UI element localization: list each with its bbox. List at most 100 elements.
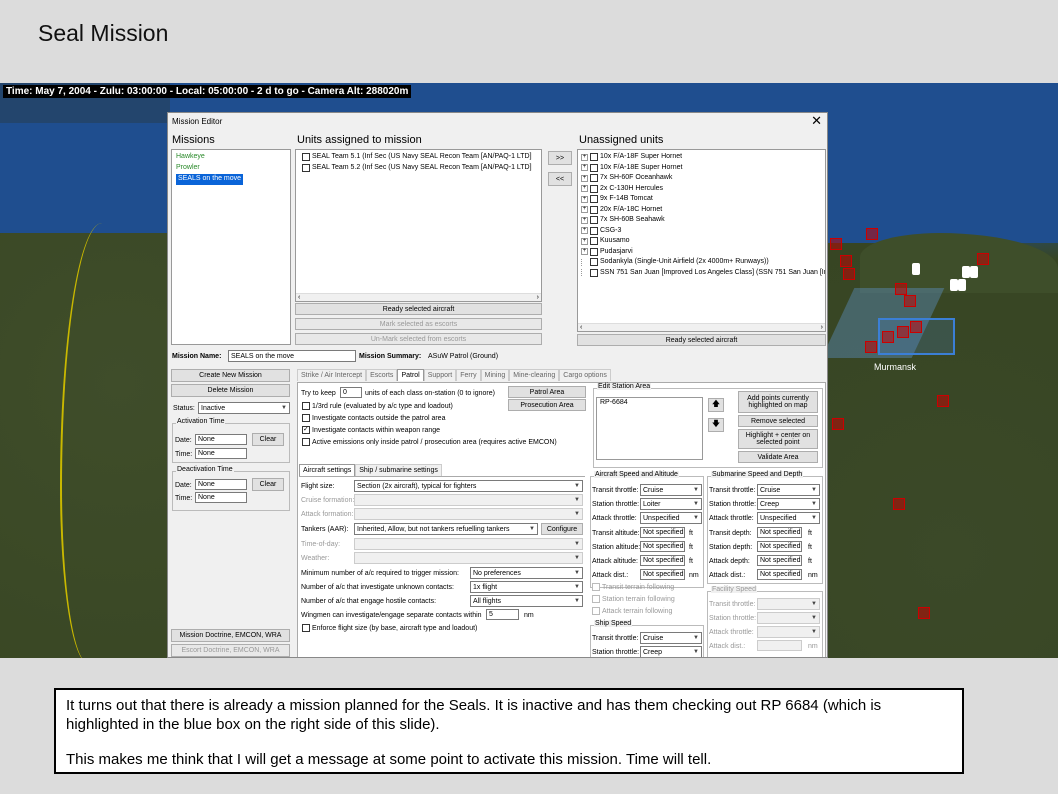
patrol-area-button[interactable]: Patrol Area [508, 386, 586, 398]
unit-marker[interactable] [977, 253, 989, 265]
subtab-aircraft-settings[interactable]: Aircraft settings [299, 464, 356, 476]
subtab-ship-submarine-settings[interactable]: Ship / submarine settings [355, 464, 442, 476]
assigned-unit-item[interactable]: SEAL Team 5.1 (Inf Sec (US Navy SEAL Rec… [302, 152, 535, 163]
station-depth-field[interactable]: Not specified [757, 541, 802, 552]
unit-marker[interactable] [937, 395, 949, 407]
attack-formation-select[interactable]: ▼ [354, 508, 583, 520]
expand-icon[interactable]: + [581, 153, 588, 161]
checkbox[interactable] [590, 184, 598, 193]
activation-date-field[interactable]: None [195, 434, 247, 445]
mission-name-field[interactable]: SEALS on the move [228, 350, 356, 362]
missions-tree[interactable]: Hawkeye Prowler SEALS on the move [171, 149, 291, 345]
checkbox[interactable] [302, 153, 310, 162]
unit-marker[interactable] [832, 418, 844, 430]
configure-button[interactable]: Configure [541, 523, 583, 535]
checkbox[interactable] [590, 205, 598, 214]
unassigned-unit-item[interactable]: SSN 751 San Juan [Improved Los Angeles C… [581, 268, 825, 279]
num-investigate-select[interactable]: 1x flight ▼ [470, 581, 583, 593]
mission-doctrine-button[interactable]: Mission Doctrine, EMCON, WRA [171, 629, 290, 642]
station-altitude-field[interactable]: Not specified [640, 541, 685, 552]
attack-throttle-select[interactable]: Unspecified ▼ [640, 512, 702, 524]
min-ac-select[interactable]: No preferences ▼ [470, 567, 583, 579]
facility-transit-throttle-select[interactable]: ▼ [757, 598, 820, 610]
tab-escorts[interactable]: Escorts [366, 369, 398, 381]
mission-item-hawkeye[interactable]: Hawkeye [176, 152, 286, 163]
try-keep-field[interactable]: 0 [340, 387, 362, 398]
expand-icon[interactable]: + [581, 164, 588, 172]
expand-icon[interactable]: + [581, 195, 588, 203]
unassigned-unit-item[interactable]: +7x SH-60B Seahawk [581, 215, 822, 226]
ship-icon[interactable] [962, 266, 970, 278]
unit-marker[interactable] [830, 238, 842, 250]
expand-icon[interactable]: + [581, 237, 588, 245]
unassign-button[interactable]: << [548, 172, 572, 186]
expand-icon[interactable]: + [581, 248, 588, 256]
delete-mission-button[interactable]: Delete Mission [171, 384, 290, 397]
checkbox[interactable] [590, 268, 598, 277]
assign-button[interactable]: >> [548, 151, 572, 165]
tab-mining[interactable]: Mining [480, 369, 510, 381]
validate-area-button[interactable]: Validate Area [738, 451, 818, 463]
move-up-button[interactable]: 🡅 [708, 398, 724, 412]
unassigned-unit-item[interactable]: +20x F/A-18C Hornet [581, 205, 822, 216]
deactivation-date-field[interactable]: None [195, 479, 247, 490]
expand-icon[interactable]: + [581, 227, 588, 235]
ship-icon[interactable] [912, 263, 920, 275]
close-icon[interactable]: ✕ [811, 113, 822, 129]
expand-icon[interactable]: + [581, 206, 588, 214]
unit-marker[interactable] [904, 295, 916, 307]
unassigned-unit-item[interactable]: + CSG-3 [581, 226, 822, 237]
attack-terrain-checkbox[interactable]: Attack terrain following [592, 607, 672, 615]
unassigned-units-tree[interactable]: +10x F/A-18F Super Hornet +10x F/A-18E Su… [577, 149, 826, 332]
deactivation-clear-button[interactable]: Clear [252, 478, 284, 491]
attack-altitude-field[interactable]: Not specified [640, 555, 685, 566]
unmark-escorts-button[interactable]: Un-Mark selected from escorts [295, 333, 542, 345]
sub-station-throttle-select[interactable]: Creep ▼ [757, 498, 820, 510]
investigate-within-checkbox[interactable]: Investigate contacts within weapon range [302, 426, 440, 434]
checkbox[interactable] [590, 258, 598, 267]
unit-marker[interactable] [895, 283, 907, 295]
time-of-day-select[interactable]: ▼ [354, 538, 583, 550]
unassigned-unit-item[interactable]: +10x F/A-18E Super Hornet [581, 163, 822, 174]
expand-icon[interactable]: + [581, 185, 588, 193]
active-emissions-checkbox[interactable]: Active emissions only inside patrol / pr… [302, 438, 557, 446]
checkbox[interactable] [590, 226, 598, 235]
checkbox[interactable] [590, 237, 598, 246]
assigned-units-list[interactable]: SEAL Team 5.1 (Inf Sec (US Navy SEAL Rec… [295, 149, 542, 302]
transit-altitude-field[interactable]: Not specified [640, 527, 685, 538]
unassigned-unit-item[interactable]: +9x F-14B Tomcat [581, 194, 822, 205]
tankers-select[interactable]: Inherited, Allow, but not tankers refuel… [354, 523, 538, 535]
unit-marker[interactable] [866, 228, 878, 240]
flight-size-select[interactable]: Section (2x aircraft), typical for fight… [354, 480, 583, 492]
ship-icon[interactable] [958, 279, 966, 291]
move-down-button[interactable]: 🡇 [708, 418, 724, 432]
unassigned-unit-item[interactable]: +10x F/A-18F Super Hornet [581, 152, 822, 163]
enforce-flight-size-checkbox[interactable]: Enforce flight size (by base, aircraft t… [302, 624, 477, 632]
checkbox[interactable] [590, 216, 598, 225]
horizontal-scrollbar[interactable]: ‹ › [296, 293, 541, 301]
assigned-unit-item[interactable]: SEAL Team 5.2 (Inf Sec (US Navy SEAL Rec… [302, 163, 535, 174]
cruise-formation-select[interactable]: ▼ [354, 494, 583, 506]
facility-attack-throttle-select[interactable]: ▼ [757, 626, 820, 638]
ship-transit-throttle-select[interactable]: Cruise ▼ [640, 632, 702, 644]
checkbox[interactable] [590, 247, 598, 256]
unit-marker[interactable] [910, 321, 922, 333]
station-points-list[interactable]: RP-6684 [596, 397, 703, 460]
sub-attack-dist-field[interactable]: Not specified [757, 569, 802, 580]
station-point-item[interactable]: RP-6684 [597, 398, 702, 409]
unit-marker[interactable] [865, 341, 877, 353]
tab-ferry[interactable]: Ferry [456, 369, 481, 381]
mission-item-seals[interactable]: SEALS on the move [176, 174, 244, 185]
settings-tabs[interactable]: Aircraft settings Ship / submarine settin… [299, 464, 442, 476]
tab-strike-air-intercept[interactable]: Strike / Air Intercept [297, 369, 367, 381]
highlight-center-button[interactable]: Highlight + center on selected point [738, 429, 818, 449]
unit-marker[interactable] [840, 255, 852, 267]
transit-throttle-select[interactable]: Cruise ▼ [640, 484, 702, 496]
wingmen-field[interactable]: 5 [486, 609, 519, 620]
ship-icon[interactable] [950, 279, 958, 291]
unit-marker[interactable] [882, 331, 894, 343]
ready-aircraft-button[interactable]: Ready selected aircraft [295, 303, 542, 315]
mission-type-tabs[interactable]: Strike / Air Intercept Escorts Patrol Suppo… [297, 369, 611, 381]
unassigned-unit-item[interactable]: +7x SH-60F Oceanhawk [581, 173, 822, 184]
checkbox[interactable] [590, 174, 598, 183]
